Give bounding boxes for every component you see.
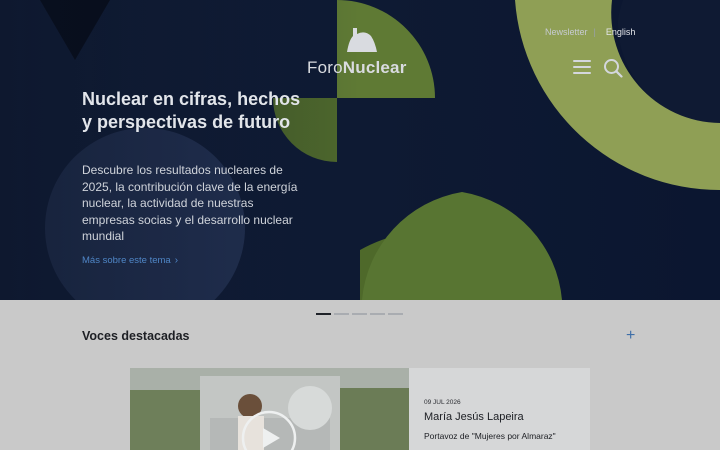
hero-description: Descubre los resultados nucleares de 202… [82, 163, 298, 243]
menu-icon[interactable] [573, 60, 591, 75]
carousel-indicators [316, 313, 403, 315]
hero-read-more-label: Más sobre este tema [82, 255, 171, 266]
card-name[interactable]: María Jesús Lapeira [424, 411, 524, 423]
video-thumbnail-image [130, 368, 409, 450]
video-thumbnail[interactable] [130, 368, 409, 450]
carousel-dot[interactable] [388, 313, 403, 315]
card-role: Portavoz de "Mujeres por Almaraz" [424, 431, 556, 441]
carousel-dot[interactable] [316, 313, 331, 315]
card-info: 09 JUL 2026 María Jesús Lapeira Portavoz… [409, 368, 590, 450]
logo-text: ForoNuclear [307, 58, 407, 77]
carousel-dot[interactable] [352, 313, 367, 315]
chevron-right-icon: › [174, 255, 179, 266]
site-logo[interactable]: ForoNuclear [307, 26, 413, 78]
top-links: Newsletter | English [545, 27, 635, 37]
card-date: 09 JUL 2026 [424, 399, 461, 406]
search-icon[interactable] [603, 58, 623, 78]
logo-mark-icon [347, 28, 377, 52]
newsletter-link[interactable]: Newsletter [545, 27, 588, 37]
carousel-dot[interactable] [370, 313, 385, 315]
carousel-dot[interactable] [334, 313, 349, 315]
section-title: Voces destacadas [82, 329, 190, 343]
hero-title: Nuclear en cifras, hechos y perspectivas… [82, 89, 301, 132]
link-separator: | [593, 27, 596, 37]
featured-voice-card[interactable]: 09 JUL 2026 María Jesús Lapeira Portavoz… [130, 368, 590, 450]
hero-read-more-link[interactable]: Más sobre este tema › [82, 255, 178, 266]
hero-banner: ForoNuclear Newsletter | English Nuclear e… [0, 0, 720, 300]
plus-icon[interactable]: + [626, 328, 635, 344]
language-switch-link[interactable]: English [606, 27, 636, 37]
